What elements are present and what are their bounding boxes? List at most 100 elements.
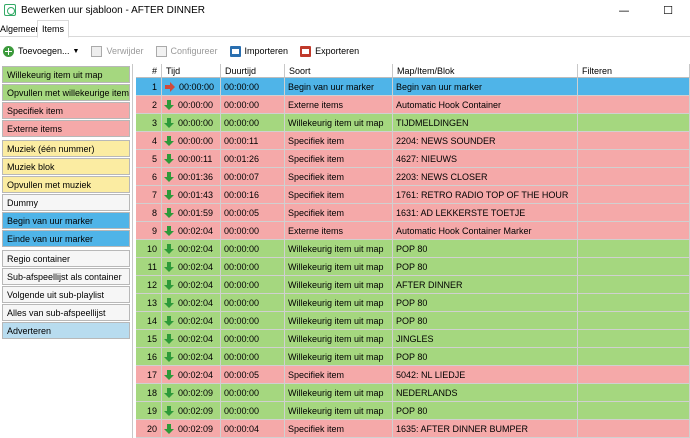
palette-item[interactable]: Willekeurig item uit map: [2, 66, 130, 83]
arrow-down-icon: [164, 208, 174, 218]
item-type-palette: Willekeurig item uit map Opvullen met wil…: [0, 64, 133, 438]
table-row[interactable]: 20 00:02:09 00:00:04 Specifiek item 1635: AF…: [136, 420, 690, 438]
configure-icon: [155, 45, 167, 57]
table-row[interactable]: 6 00:01:36 00:00:07 Specifiek item 2203: NEW…: [136, 168, 690, 186]
delete-icon: [91, 45, 103, 57]
table-row[interactable]: 18 00:02:09 00:00:00 Willekeurig item uit m…: [136, 384, 690, 402]
item-cell: AFTER DINNER: [393, 276, 578, 294]
item-cell: Automatic Hook Container: [393, 96, 578, 114]
import-button[interactable]: Importeren: [227, 41, 292, 61]
table-row[interactable]: 5 00:00:11 00:01:26 Specifiek item 4627: NIE…: [136, 150, 690, 168]
table-row[interactable]: 12 00:02:04 00:00:00 Willekeurig item uit m…: [136, 276, 690, 294]
palette-item[interactable]: Specifiek item: [2, 102, 130, 119]
duration-cell: 00:00:04: [221, 420, 285, 438]
row-number: 5: [136, 150, 162, 168]
duration-cell: 00:00:00: [221, 348, 285, 366]
table-row[interactable]: 2 00:00:00 00:00:00 Externe items Automatic …: [136, 96, 690, 114]
table-row[interactable]: 17 00:02:04 00:00:05 Specifiek item 5042: NL…: [136, 366, 690, 384]
palette-item[interactable]: Regio container: [2, 250, 130, 267]
remove-button[interactable]: Verwijder: [88, 41, 146, 61]
tab-items[interactable]: Items: [37, 20, 70, 38]
time-cell: 00:00:00: [162, 78, 221, 96]
column-header-item[interactable]: Map/Item/Blok: [393, 64, 578, 78]
row-number: 8: [136, 204, 162, 222]
column-header-type[interactable]: Soort: [285, 64, 393, 78]
table-row[interactable]: 8 00:01:59 00:00:05 Specifiek item 1631: AD …: [136, 204, 690, 222]
row-number: 13: [136, 294, 162, 312]
filter-cell: [578, 168, 690, 186]
table-row[interactable]: 4 00:00:00 00:00:11 Specifiek item 2204: NEW…: [136, 132, 690, 150]
arrow-down-icon: [164, 100, 174, 110]
configure-button[interactable]: Configureer: [153, 41, 221, 61]
table-row[interactable]: 15 00:02:04 00:00:00 Willekeurig item uit m…: [136, 330, 690, 348]
export-icon: [300, 45, 312, 57]
duration-cell: 00:00:00: [221, 330, 285, 348]
item-cell: Begin van uur marker: [393, 78, 578, 96]
plus-icon: [3, 45, 14, 57]
export-button[interactable]: Exporteren: [297, 41, 362, 61]
time-value: 00:02:04: [178, 244, 214, 254]
palette-item[interactable]: Alles van sub-afspeellijst: [2, 304, 130, 321]
item-cell: TIJDMELDINGEN: [393, 114, 578, 132]
minimize-button[interactable]: —: [602, 0, 646, 20]
table-row[interactable]: 16 00:02:04 00:00:00 Willekeurig item uit m…: [136, 348, 690, 366]
palette-item[interactable]: Muziek blok: [2, 158, 130, 175]
column-header-number[interactable]: #: [136, 64, 162, 78]
table-row[interactable]: 1 00:00:00 00:00:00 Begin van uur marker Beg…: [136, 78, 690, 96]
item-cell: 1635: AFTER DINNER BUMPER: [393, 420, 578, 438]
toolbar: Toevoegen... ▼ Verwijder Configureer Imp…: [0, 40, 690, 62]
filter-cell: [578, 258, 690, 276]
time-value: 00:00:11: [178, 154, 213, 164]
palette-item[interactable]: Begin van uur marker: [2, 212, 130, 229]
arrow-down-icon: [164, 262, 174, 272]
item-cell: 2204: NEWS SOUNDER: [393, 132, 578, 150]
table-row[interactable]: 9 00:02:04 00:00:00 Externe items Automatic …: [136, 222, 690, 240]
time-value: 00:01:43: [178, 190, 214, 200]
table-row[interactable]: 11 00:02:04 00:00:00 Willekeurig item uit m…: [136, 258, 690, 276]
time-cell: 00:02:04: [162, 330, 221, 348]
time-value: 00:02:04: [178, 226, 214, 236]
palette-item[interactable]: Muziek (één nummer): [2, 140, 130, 157]
type-cell: Willekeurig item uit map: [285, 294, 393, 312]
time-value: 00:00:00: [178, 136, 214, 146]
add-button[interactable]: Toevoegen... ▼: [0, 41, 82, 61]
palette-item[interactable]: Sub-afspeellijst als container: [2, 268, 130, 285]
type-cell: Specifiek item: [285, 132, 393, 150]
table-row[interactable]: 7 00:01:43 00:00:16 Specifiek item 1761: RET…: [136, 186, 690, 204]
palette-item[interactable]: Opvullen met muziek: [2, 176, 130, 193]
arrow-down-icon: [164, 352, 174, 362]
items-table: # Tijd Duurtijd Soort Map/Item/Blok Filt…: [136, 64, 690, 438]
column-header-filter[interactable]: Filteren: [578, 64, 690, 78]
filter-cell: [578, 240, 690, 258]
type-cell: Willekeurig item uit map: [285, 402, 393, 420]
palette-item[interactable]: Opvullen met willekeurige items: [2, 84, 130, 101]
time-cell: 00:02:04: [162, 240, 221, 258]
table-row[interactable]: 3 00:00:00 00:00:00 Willekeurig item uit ma…: [136, 114, 690, 132]
palette-item[interactable]: Externe items: [2, 120, 130, 137]
time-cell: 00:00:00: [162, 96, 221, 114]
arrow-down-icon: [164, 118, 174, 128]
type-cell: Specifiek item: [285, 186, 393, 204]
row-number: 19: [136, 402, 162, 420]
arrow-down-icon: [164, 406, 174, 416]
palette-item[interactable]: Einde van uur marker: [2, 230, 130, 247]
row-number: 10: [136, 240, 162, 258]
item-cell: NEDERLANDS: [393, 384, 578, 402]
table-row[interactable]: 19 00:02:09 00:00:00 Willekeurig item uit m…: [136, 402, 690, 420]
item-cell: POP 80: [393, 312, 578, 330]
app-icon: [4, 4, 16, 16]
duration-cell: 00:00:00: [221, 240, 285, 258]
column-header-time[interactable]: Tijd: [162, 64, 221, 78]
table-row[interactable]: 14 00:02:04 00:00:00 Willekeurig item uit m…: [136, 312, 690, 330]
time-value: 00:00:00: [178, 118, 214, 128]
column-header-duration[interactable]: Duurtijd: [221, 64, 285, 78]
filter-cell: [578, 150, 690, 168]
table-row[interactable]: 13 00:02:04 00:00:00 Willekeurig item uit m…: [136, 294, 690, 312]
duration-cell: 00:00:00: [221, 312, 285, 330]
maximize-button[interactable]: ☐: [646, 0, 690, 20]
palette-item[interactable]: Adverteren: [2, 322, 130, 339]
palette-item[interactable]: Volgende uit sub-playlist: [2, 286, 130, 303]
palette-item[interactable]: Dummy: [2, 194, 130, 211]
table-row[interactable]: 10 00:02:04 00:00:00 Willekeurig item uit m…: [136, 240, 690, 258]
filter-cell: [578, 222, 690, 240]
